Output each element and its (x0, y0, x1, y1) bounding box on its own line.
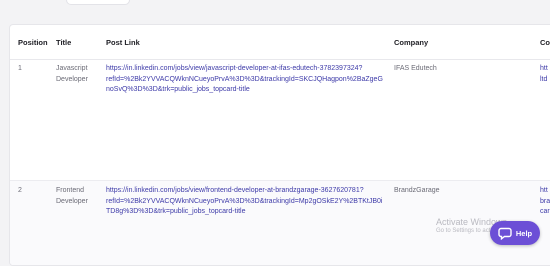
column-header-truncated: Co (540, 38, 550, 47)
column-header-title: Title (56, 38, 72, 47)
column-header-company: Company (394, 38, 429, 47)
post-link[interactable]: https://in.linkedin.com/jobs/view/javasc… (106, 64, 383, 96)
chat-bubble-icon (498, 227, 512, 240)
company-cell: IFAS Edutech (394, 65, 437, 72)
table-header: Position Title Post Link Company Co (10, 25, 550, 60)
table-row: 2 Frontend Developer https://in.linkedin… (10, 181, 550, 265)
position-cell: 1 (18, 65, 22, 72)
post-link[interactable]: https://in.linkedin.com/jobs/view/fronte… (106, 186, 383, 218)
truncated-link-cell[interactable]: htt bra car (540, 186, 550, 218)
help-label: Help (515, 228, 533, 238)
company-cell: BrandzGarage (394, 187, 440, 194)
table-row: 1 Javascript Developer https://in.linked… (10, 60, 550, 181)
column-header-post-link: Post Link (106, 38, 140, 47)
title-cell: Frontend Developer (56, 187, 88, 205)
position-cell: 2 (18, 187, 22, 194)
truncated-link-cell[interactable]: htt ltd (540, 64, 548, 85)
title-cell: Javascript Developer (56, 65, 88, 83)
column-header-position: Position (18, 38, 48, 47)
top-bar (0, 0, 550, 24)
help-button[interactable]: Help (490, 221, 540, 245)
top-pill[interactable] (66, 0, 130, 5)
jobs-table: Position Title Post Link Company Co 1 Ja… (9, 24, 550, 266)
